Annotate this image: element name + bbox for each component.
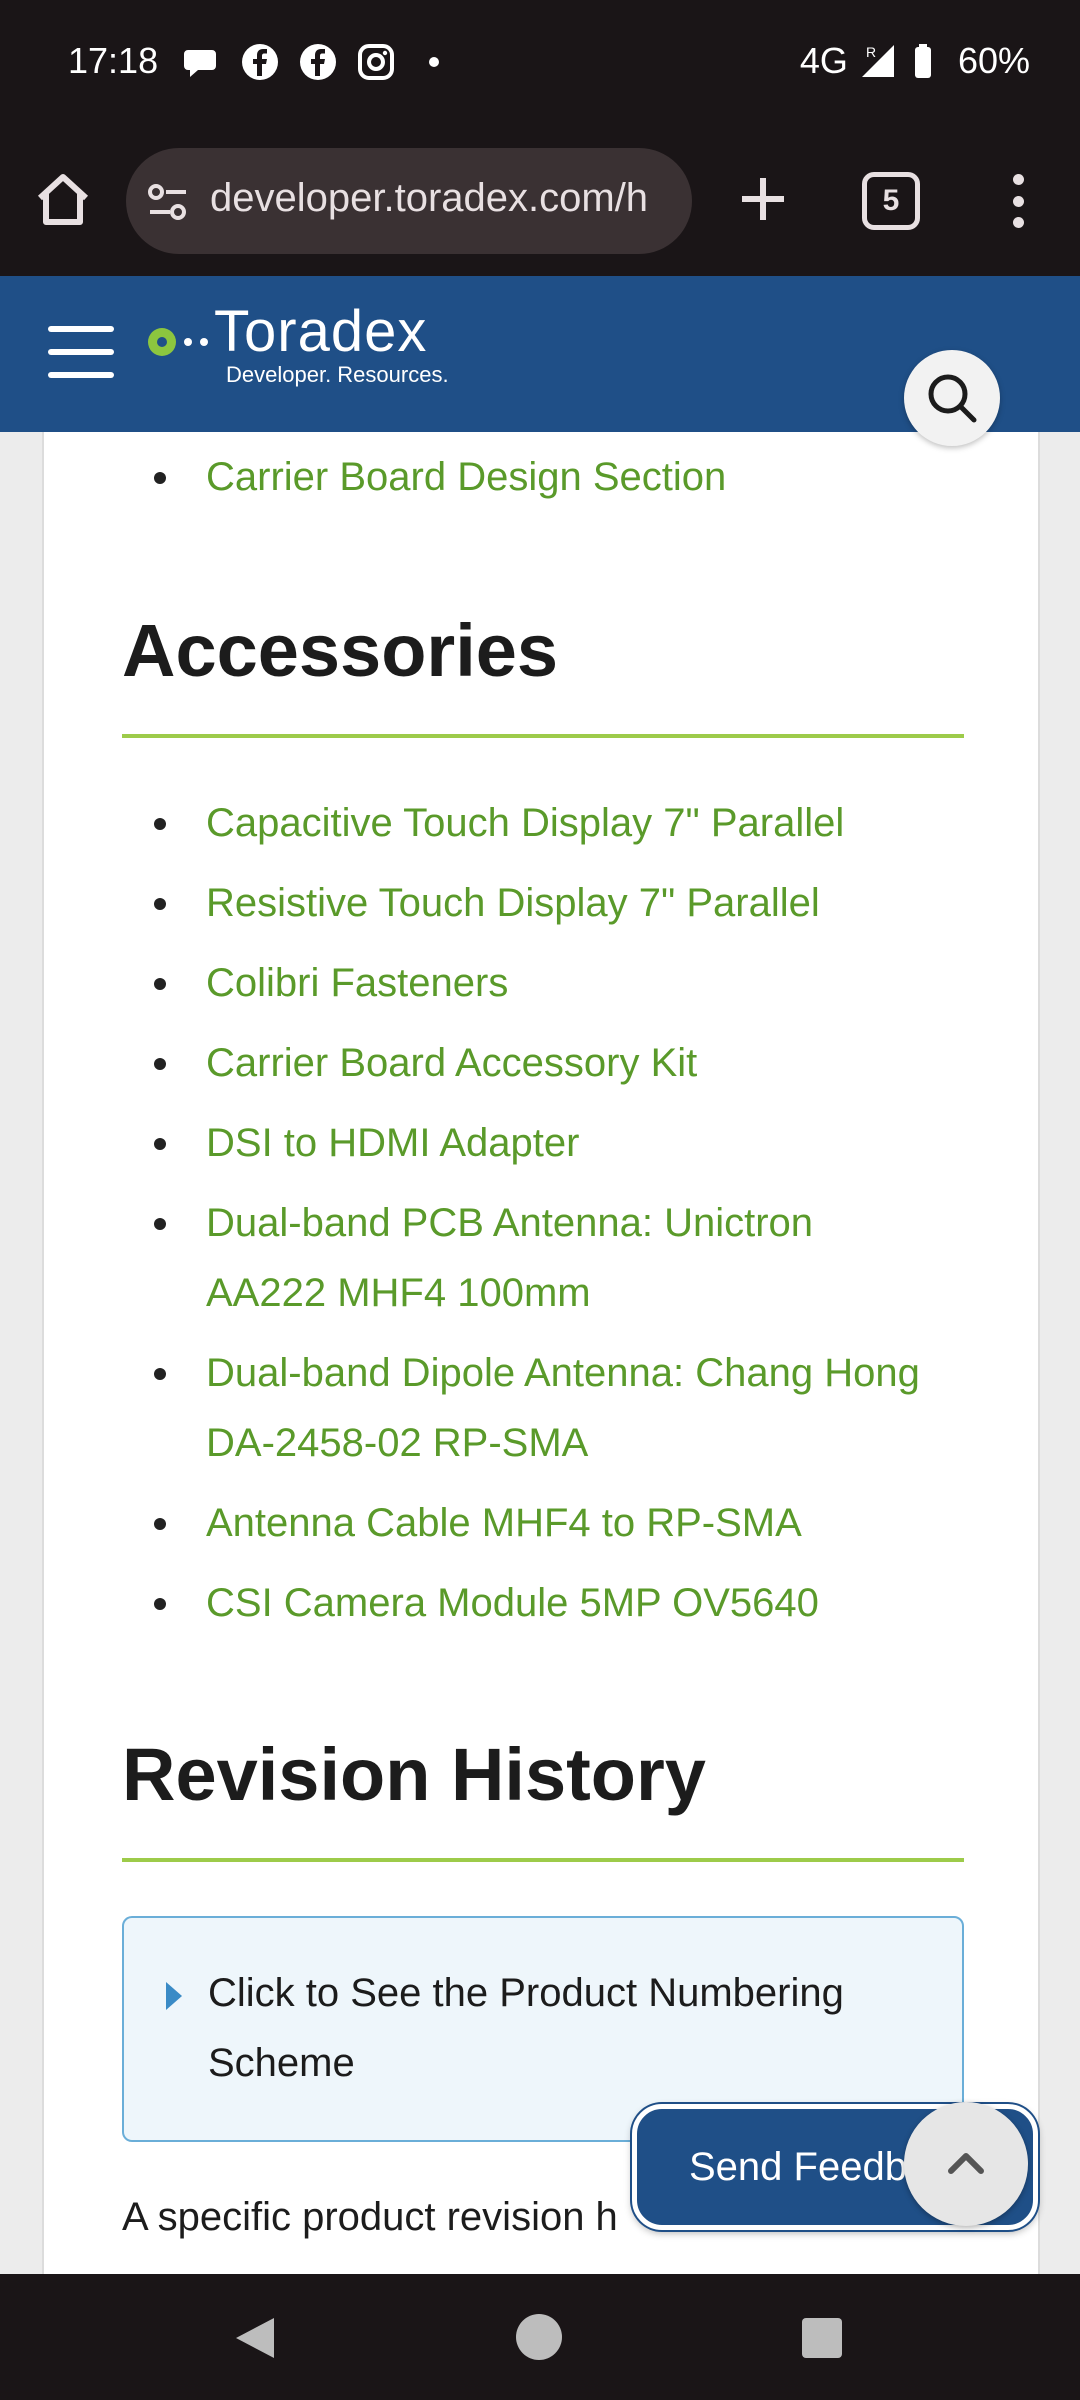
facebook-icon [242, 44, 278, 80]
address-bar[interactable]: developer.toradex.com/h [126, 148, 692, 254]
list-item: Carrier Board Accessory Kit [122, 1028, 1002, 1098]
scroll-to-top-button[interactable] [904, 2102, 1028, 2226]
browser-toolbar: developer.toradex.com/h 5 [0, 128, 1080, 276]
accessory-link[interactable]: Carrier Board Accessory Kit [206, 1041, 697, 1085]
accessory-link[interactable]: CSI Camera Module 5MP OV5640 [206, 1581, 819, 1625]
heading-divider [122, 734, 964, 738]
hamburger-menu-icon[interactable] [48, 326, 114, 378]
list-item: Antenna Cable MHF4 to RP-SMA [122, 1488, 1002, 1558]
list-item: CSI Camera Module 5MP OV5640 [122, 1568, 1002, 1638]
list-item: Dual-band Dipole Antenna: Chang Hong DA-… [122, 1338, 992, 1478]
tab-switcher-button[interactable]: 5 [862, 172, 920, 230]
search-button[interactable] [904, 350, 1000, 446]
feedback-label: Send Feedb [689, 2145, 907, 2189]
list-item: Resistive Touch Display 7" Parallel [122, 868, 1002, 938]
accessories-heading: Accessories [122, 609, 559, 692]
system-icons: 4G R 60% [800, 40, 1030, 82]
logo-text: Toradex [214, 299, 428, 364]
revision-history-heading: Revision History [122, 1733, 706, 1816]
list-item: DSI to HDMI Adapter [122, 1108, 1002, 1178]
recents-icon[interactable] [802, 2318, 842, 2358]
chevron-up-icon [948, 2153, 984, 2174]
list-item: Carrier Board Design Section [122, 442, 1002, 512]
accessory-link[interactable]: Resistive Touch Display 7" Parallel [206, 881, 820, 925]
signal-icon: R [861, 44, 894, 77]
article: Carrier Board Design Section Accessories… [42, 432, 1040, 2274]
instagram-icon [358, 44, 394, 80]
battery-label: 60% [957, 40, 1030, 81]
heading-divider [122, 1858, 964, 1862]
facebook-icon [300, 44, 336, 80]
list-item: Dual-band PCB Antenna: Unictron AA222 MH… [122, 1188, 882, 1328]
expand-arrow-icon [166, 1982, 182, 2010]
site-settings-icon[interactable] [146, 180, 190, 224]
accessory-link[interactable]: Antenna Cable MHF4 to RP-SMA [206, 1501, 802, 1545]
dot-icon [429, 57, 439, 67]
status-time: 17:18 [68, 40, 159, 81]
link-carrier-board-design[interactable]: Carrier Board Design Section [206, 455, 726, 499]
logo-subtitle: Developer. Resources. [226, 362, 449, 387]
back-icon[interactable] [236, 2318, 274, 2358]
accessory-link[interactable]: Dual-band PCB Antenna: Unictron AA222 MH… [206, 1201, 813, 1315]
battery-icon [914, 44, 931, 78]
accessory-link[interactable]: Dual-band Dipole Antenna: Chang Hong DA-… [206, 1351, 920, 1465]
search-icon [928, 374, 977, 423]
details-summary[interactable]: Click to See the Product Numbering Schem… [208, 1958, 928, 2098]
new-tab-icon[interactable] [730, 166, 796, 232]
system-nav-bar [0, 2274, 1080, 2400]
status-bar: 17:18 4G R 60% [0, 0, 1080, 128]
notification-icons [182, 42, 454, 82]
svg-text:R: R [866, 44, 876, 60]
accessory-link[interactable]: Colibri Fasteners [206, 961, 508, 1005]
accessory-link[interactable]: Capacitive Touch Display 7" Parallel [206, 801, 844, 845]
list-item: Colibri Fasteners [122, 948, 1002, 1018]
page-content: Carrier Board Design Section Accessories… [0, 432, 1080, 2274]
accessories-list: Capacitive Touch Display 7" Parallel Res… [122, 788, 1002, 1648]
logo-mark-icon [148, 328, 208, 356]
carrier-board-list: Carrier Board Design Section [122, 442, 1002, 512]
home-icon[interactable] [30, 168, 96, 234]
url-text[interactable]: developer.toradex.com/h [210, 176, 648, 221]
network-label: 4G [799, 40, 848, 81]
list-item: Capacitive Touch Display 7" Parallel [122, 788, 1002, 858]
more-menu-icon[interactable] [1000, 168, 1036, 234]
accessory-link[interactable]: DSI to HDMI Adapter [206, 1121, 579, 1165]
home-nav-icon[interactable] [516, 2314, 562, 2360]
chat-icon [184, 50, 216, 77]
